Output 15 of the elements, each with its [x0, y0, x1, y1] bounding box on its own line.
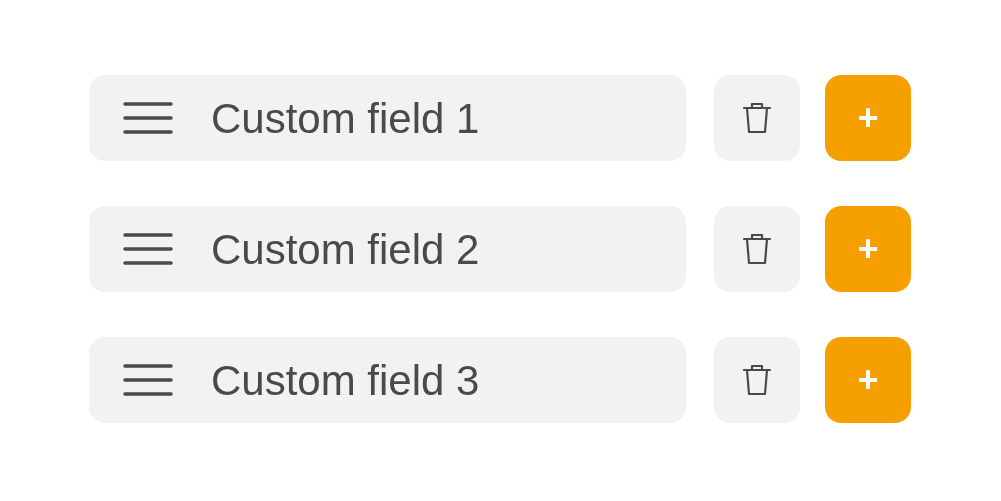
field-row[interactable]: Custom field 1 — [89, 75, 686, 161]
field-row[interactable]: Custom field 3 — [89, 337, 686, 423]
menu-icon[interactable] — [123, 232, 173, 266]
delete-button[interactable] — [714, 337, 800, 423]
field-row[interactable]: Custom field 2 — [89, 206, 686, 292]
trash-icon — [742, 363, 772, 397]
field-label: Custom field 3 — [211, 355, 480, 406]
delete-button[interactable] — [714, 206, 800, 292]
trash-icon — [742, 101, 772, 135]
menu-icon[interactable] — [123, 101, 173, 135]
delete-button[interactable] — [714, 75, 800, 161]
menu-icon[interactable] — [123, 363, 173, 397]
field-label: Custom field 2 — [211, 224, 480, 275]
field-label: Custom field 1 — [211, 93, 480, 144]
trash-icon — [742, 232, 772, 266]
